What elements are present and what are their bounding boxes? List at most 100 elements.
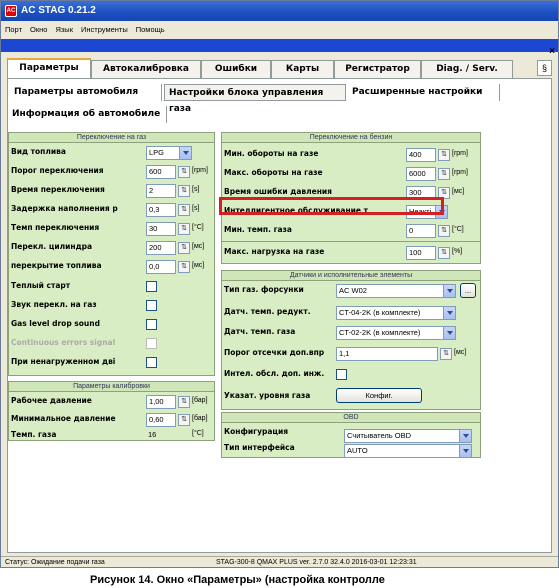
switch-threshold-input[interactable]: 600	[146, 165, 176, 179]
min-gas-temp-input[interactable]: 0	[406, 224, 436, 238]
cutoff-threshold-label: Порог отсечки доп.впр	[224, 348, 325, 357]
tab-errors[interactable]: Ошибки	[201, 60, 271, 78]
tab-maps[interactable]: Карты	[271, 60, 334, 78]
spin-icon[interactable]: ⇅	[438, 168, 450, 180]
gas-switch-sound-label: Звук перекл. на газ	[11, 300, 97, 309]
menu-window[interactable]: Окно	[26, 21, 51, 39]
spin-icon[interactable]: ⇅	[178, 223, 190, 235]
status-bar: Статус: Ожидание подачи газа STAG-300-8 …	[1, 556, 558, 567]
min-pressure-input[interactable]: 0,60	[146, 413, 176, 427]
unit-label: [°C]	[192, 430, 204, 437]
max-rpm-input[interactable]: 6000	[406, 167, 436, 181]
chevron-down-icon	[443, 285, 455, 297]
gas-temp-label: Темп. газа	[11, 430, 57, 439]
min-rpm-input[interactable]: 400	[406, 148, 436, 162]
tab-parameters[interactable]: Параметры	[7, 58, 91, 78]
gas-level-sound-checkbox[interactable]	[146, 319, 157, 330]
unloaded-engine-checkbox[interactable]	[146, 357, 157, 368]
reducer-temp-sensor-select[interactable]: CT-04-2K (в комплекте)	[336, 306, 456, 320]
spin-icon[interactable]: ⇅	[178, 204, 190, 216]
injector-type-select[interactable]: AC W02	[336, 284, 456, 298]
working-pressure-label: Рабочее давление	[11, 396, 92, 405]
tab-diag-serv[interactable]: Diag. / Serv.	[421, 60, 513, 78]
menu-port[interactable]: Порт	[1, 21, 26, 39]
menu-tools[interactable]: Инструменты	[77, 21, 132, 39]
close-icon[interactable]: ×	[549, 47, 555, 57]
spin-icon[interactable]: ⇅	[438, 225, 450, 237]
figure-caption: Рисунок 14. Окно «Параметры» (настройка …	[90, 574, 385, 586]
max-load-input[interactable]: 100	[406, 246, 436, 260]
switch-to-petrol-group-ext: Макс. нагрузка на газе 100 ⇅ [%]	[221, 242, 481, 264]
tab-gas-ecu-settings[interactable]: Настройки блока управления газа	[164, 84, 346, 114]
cutoff-threshold-input[interactable]: 1,1	[336, 347, 438, 361]
group-title: Переключение на газ	[9, 133, 214, 143]
sensors-group: Датчики и исполнительные элементы Тип га…	[221, 270, 481, 410]
switch-time-label: Время переключения	[11, 185, 105, 194]
application-window: AC AC STAG 0.21.2 Порт Окно Язык Инструмент…	[0, 0, 559, 568]
warm-start-label: Теплый старт	[11, 281, 71, 290]
extra-injection-label: Интел. обсл. доп. инж.	[224, 369, 325, 378]
tab-autocalibration[interactable]: Автокалибровка	[91, 60, 201, 78]
chevron-down-icon	[443, 327, 455, 339]
gas-switch-sound-checkbox[interactable]	[146, 300, 157, 311]
obd-group: OBD Конфигурация Считыватель OBD Тип инт…	[221, 412, 481, 458]
pressure-error-time-label: Время ошибки давления	[224, 187, 332, 196]
interface-type-value: AUTO	[347, 446, 368, 455]
fuel-overlap-label: перекрытие топлива	[11, 261, 102, 270]
interface-type-select[interactable]: AUTO	[344, 444, 472, 458]
configure-button[interactable]: Конфиг.	[336, 388, 422, 403]
gas-temp-value: 16	[148, 430, 157, 439]
fill-delay-input[interactable]: 0,3	[146, 203, 176, 217]
working-pressure-input[interactable]: 1,00	[146, 395, 176, 409]
spin-icon[interactable]: ⇅	[178, 166, 190, 178]
chevron-down-icon	[459, 445, 471, 457]
switch-to-petrol-group: Переключение на бензин Мин. обороты на г…	[221, 132, 481, 242]
spin-icon[interactable]: ⇅	[178, 396, 190, 408]
injector-type-value: AC W02	[339, 286, 367, 295]
obd-config-value: Считыватель OBD	[347, 431, 412, 440]
spin-icon[interactable]: ⇅	[438, 247, 450, 259]
spin-icon[interactable]: ⇅	[178, 261, 190, 273]
switch-threshold-label: Порог переключения	[11, 166, 104, 175]
cylinder-switch-input[interactable]: 200	[146, 241, 176, 255]
switch-temp-input[interactable]: 30	[146, 222, 176, 236]
max-load-label: Макс. нагрузка на газе	[224, 247, 325, 256]
unit-label: [мс]	[192, 262, 205, 269]
menu-help[interactable]: Помощь	[132, 21, 169, 39]
obd-config-select[interactable]: Считыватель OBD	[344, 429, 472, 443]
extra-injection-checkbox[interactable]	[336, 369, 347, 380]
spin-icon[interactable]: ⇅	[438, 149, 450, 161]
fuel-type-value: LPG	[149, 148, 165, 157]
warm-start-checkbox[interactable]	[146, 281, 157, 292]
tab-vehicle-info[interactable]: Информация об автомобиле	[12, 106, 168, 123]
switch-time-input[interactable]: 2	[146, 184, 176, 198]
gas-temp-sensor-select[interactable]: CT-02-2K (в комплекте)	[336, 326, 456, 340]
device-info-text: STAG-300-8 QMAX PLUS ver. 2.7.0 32.4.0 2…	[216, 559, 417, 566]
spin-icon[interactable]: ⇅	[178, 414, 190, 426]
config-icon[interactable]: §	[537, 60, 552, 76]
fill-delay-label: Задержка наполнения р	[11, 204, 118, 213]
menu-language[interactable]: Язык	[51, 21, 77, 39]
unit-label: [мс]	[454, 349, 467, 356]
stag-logo-icon: AC	[5, 5, 17, 17]
tab-advanced-settings[interactable]: Расширенные настройки	[348, 84, 500, 101]
tab-recorder[interactable]: Регистратор	[334, 60, 421, 78]
injector-more-button[interactable]: ...	[460, 283, 476, 298]
group-title: Переключение на бензин	[222, 133, 480, 143]
unit-label: [°C]	[192, 224, 204, 231]
tab-vehicle-params[interactable]: Параметры автомобиля	[10, 84, 162, 101]
fuel-overlap-input[interactable]: 0,0	[146, 260, 176, 274]
highlight-box	[219, 197, 444, 215]
interface-type-label: Тип интерфейса	[224, 443, 295, 452]
fuel-type-select[interactable]: LPG	[146, 146, 192, 160]
unit-label: [s]	[192, 205, 200, 212]
spin-icon[interactable]: ⇅	[178, 242, 190, 254]
continuous-errors-checkbox[interactable]	[146, 338, 157, 349]
min-rpm-label: Мин. обороты на газе	[224, 149, 319, 158]
spin-icon[interactable]: ⇅	[178, 185, 190, 197]
unit-label: [rpm]	[452, 150, 468, 157]
gas-temp-sensor-value: CT-02-2K (в комплекте)	[339, 328, 421, 337]
spin-icon[interactable]: ⇅	[440, 348, 452, 360]
fuel-type-label: Вид топлива	[11, 147, 66, 156]
reducer-temp-sensor-label: Датч. темп. редукт.	[224, 307, 311, 316]
